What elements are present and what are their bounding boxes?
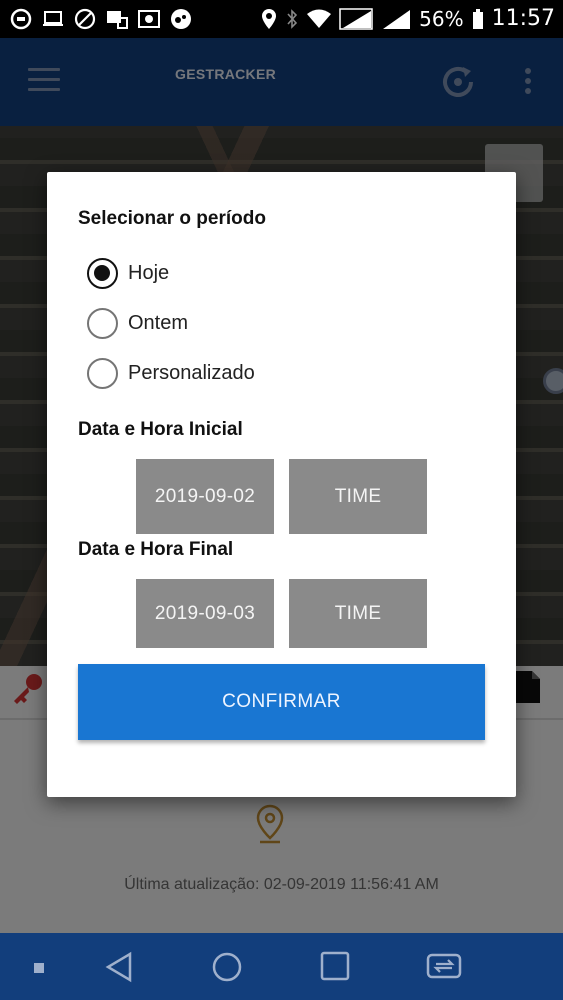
switch-app-icon[interactable] bbox=[426, 951, 462, 981]
radio-personalizado[interactable]: Personalizado bbox=[87, 358, 255, 389]
signal-icon-sim2 bbox=[383, 9, 411, 29]
location-icon bbox=[262, 8, 277, 29]
end-time-button[interactable]: TIME bbox=[289, 579, 427, 648]
system-navigation-bar bbox=[0, 933, 563, 1000]
blocked-notification-icon bbox=[10, 8, 32, 30]
do-not-disturb-icon bbox=[74, 8, 96, 30]
battery-icon bbox=[472, 8, 483, 29]
confirm-button[interactable]: CONFIRMAR bbox=[78, 664, 485, 740]
status-bar: 56% 11:57 bbox=[0, 0, 563, 38]
end-datetime-heading: Data e Hora Final bbox=[78, 539, 234, 560]
wifi-icon bbox=[307, 9, 332, 28]
radio-label: Personalizado bbox=[128, 362, 255, 384]
radio-label: Hoje bbox=[128, 262, 170, 284]
battery-percentage: 56% bbox=[419, 6, 464, 31]
radio-ontem[interactable]: Ontem bbox=[87, 308, 188, 339]
start-time-button[interactable]: TIME bbox=[289, 459, 427, 534]
back-icon[interactable] bbox=[104, 951, 134, 983]
radio-button-unchecked-icon[interactable] bbox=[87, 358, 118, 389]
signal-icon-sim1 bbox=[339, 7, 373, 30]
nav-dot-icon bbox=[34, 963, 44, 973]
end-date-button[interactable]: 2019-09-03 bbox=[136, 579, 274, 648]
radio-label: Ontem bbox=[128, 312, 189, 334]
radio-button-checked-icon[interactable] bbox=[87, 258, 118, 289]
settings-box-icon bbox=[138, 10, 160, 28]
vpn-key-icon bbox=[107, 11, 128, 29]
status-notification-icons bbox=[10, 8, 192, 30]
home-icon[interactable] bbox=[211, 951, 243, 983]
start-datetime-heading: Data e Hora Inicial bbox=[78, 419, 243, 440]
status-system-icons: 56% 11:57 bbox=[261, 6, 555, 31]
app-notification-icon bbox=[171, 9, 191, 29]
radio-hoje[interactable]: Hoje bbox=[87, 258, 169, 289]
dialog-title: Selecionar o período bbox=[78, 208, 266, 229]
clock: 11:57 bbox=[491, 6, 555, 31]
recents-icon[interactable] bbox=[320, 951, 350, 981]
radio-button-unchecked-icon[interactable] bbox=[87, 308, 118, 339]
period-selection-dialog: Selecionar o período Hoje Ontem Personal… bbox=[47, 172, 516, 797]
laptop-icon bbox=[43, 11, 63, 26]
start-date-button[interactable]: 2019-09-02 bbox=[136, 459, 274, 534]
bluetooth-icon bbox=[287, 8, 298, 29]
